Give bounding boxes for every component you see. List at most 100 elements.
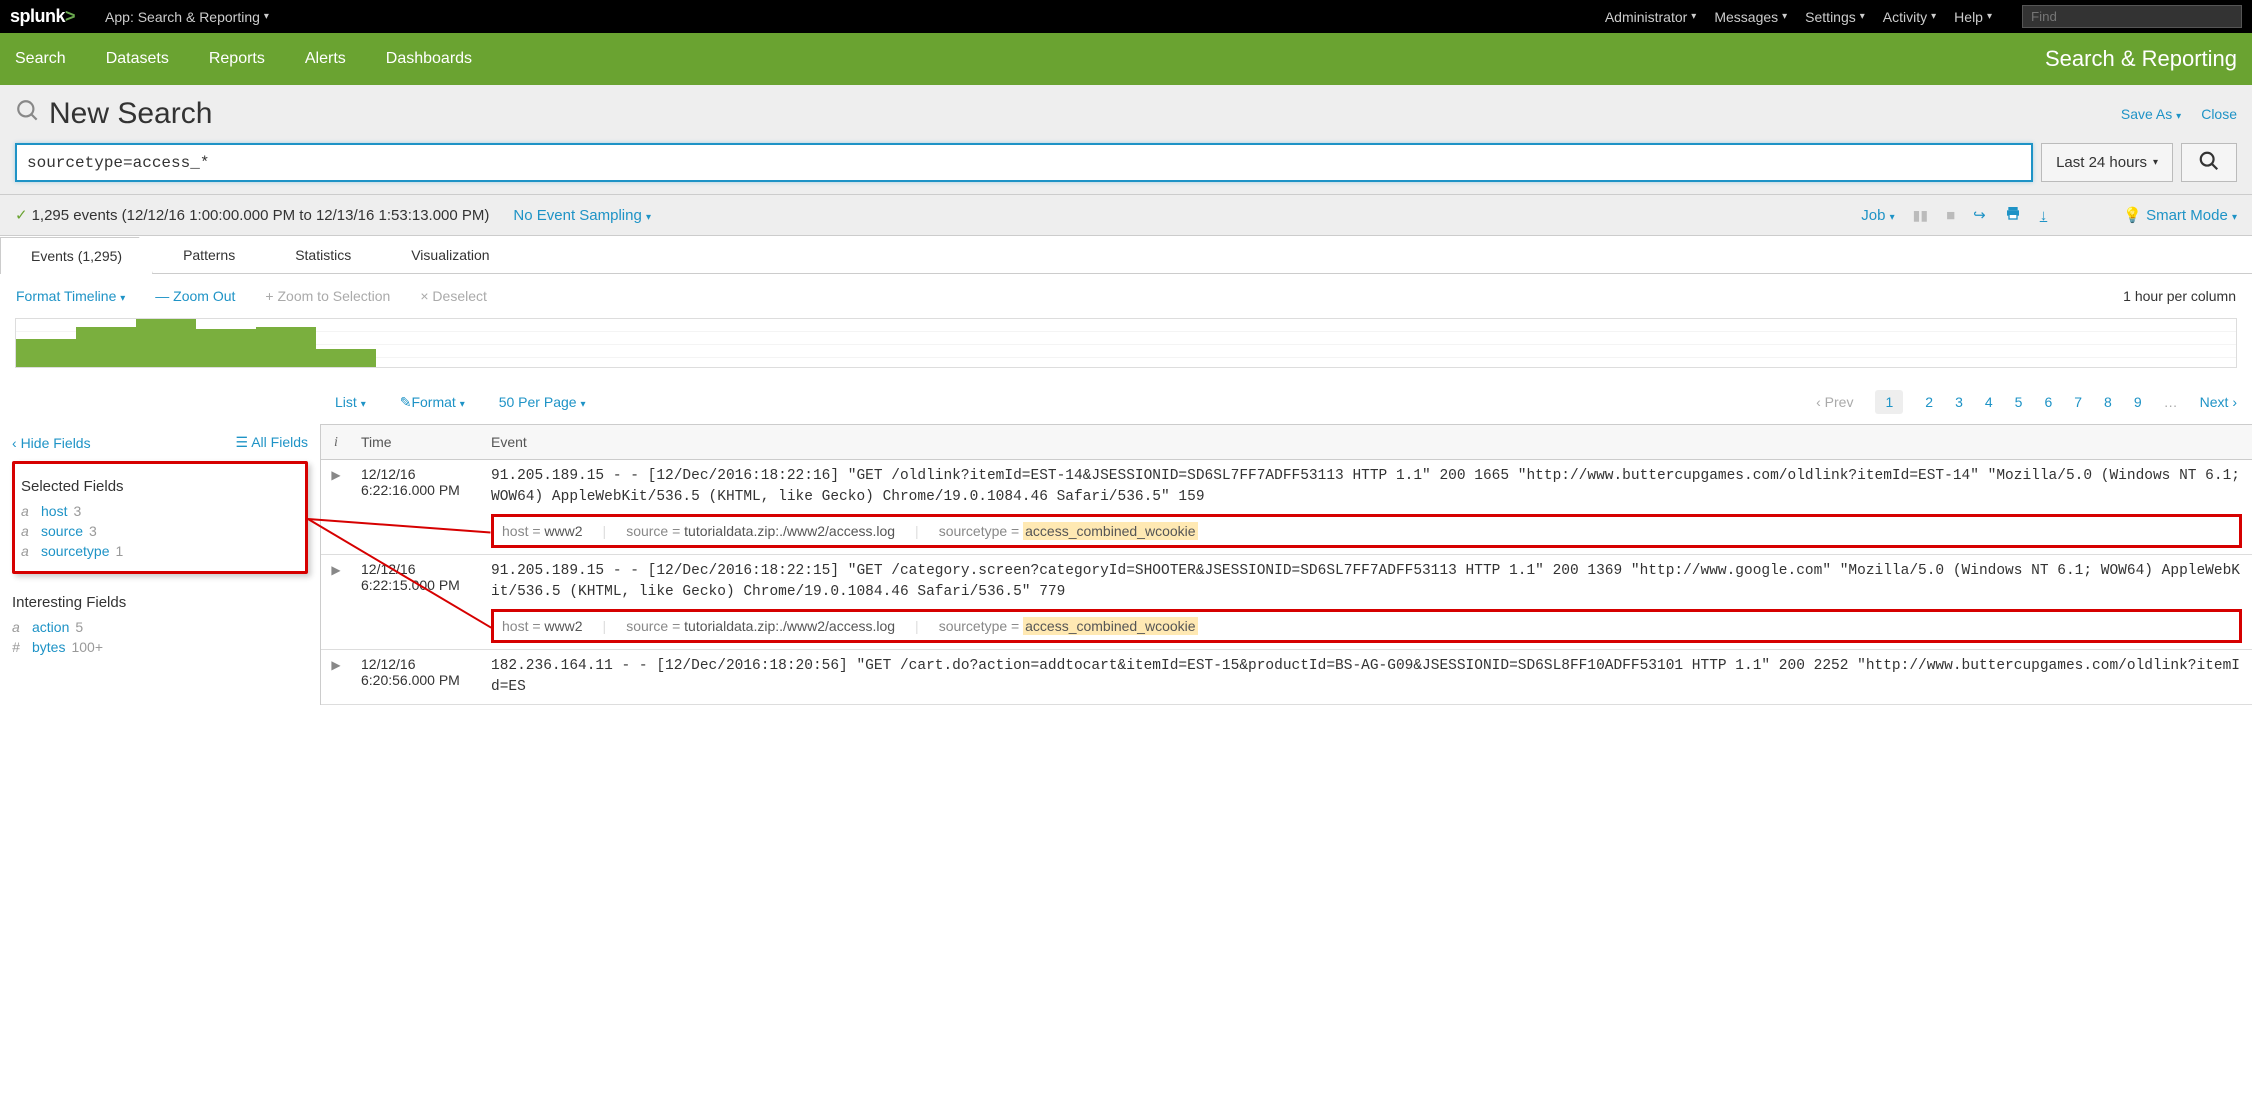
timeline-bar[interactable] (316, 349, 376, 367)
result-summary: 1,295 events (12/12/16 1:00:00.000 PM to… (32, 207, 490, 224)
share-icon[interactable]: ↪ (1973, 206, 1986, 224)
format-timeline[interactable]: Format Timeline ▾ (16, 288, 125, 304)
nav-search[interactable]: Search (15, 50, 66, 68)
field-bytes[interactable]: #bytes100+ (12, 637, 308, 657)
field-action[interactable]: aaction5 (12, 617, 308, 637)
tag-source[interactable]: source = tutorialdata.zip:./www2/access.… (626, 523, 895, 539)
time-range-picker[interactable]: Last 24 hours ▾ (2041, 143, 2173, 182)
job-menu[interactable]: Job ▾ (1861, 207, 1894, 224)
event-time: 12/12/166:20:56.000 PM (351, 650, 481, 705)
timeline-bar[interactable] (196, 329, 256, 367)
event-cell: 91.205.189.15 - - [12/Dec/2016:18:22:15]… (481, 555, 2252, 650)
raw-event[interactable]: 91.205.189.15 - - [12/Dec/2016:18:22:15]… (491, 561, 2242, 603)
app-title: Search & Reporting (2045, 46, 2237, 72)
tag-source[interactable]: source = tutorialdata.zip:./www2/access.… (626, 618, 895, 634)
selected-fields-header: Selected Fields (21, 478, 295, 495)
event-tags-annotation: host = www2|source = tutorialdata.zip:./… (491, 514, 2242, 548)
expand-icon[interactable]: ▶ (331, 563, 340, 577)
page-title: New Search (49, 97, 212, 131)
page-9[interactable]: 9 (2134, 394, 2142, 410)
col-time[interactable]: Time (351, 425, 481, 460)
interesting-fields-header: Interesting Fields (12, 594, 308, 611)
table-row: ▶ 12/12/166:20:56.000 PM182.236.164.11 - … (321, 650, 2252, 705)
check-icon: ✓ (15, 206, 28, 224)
timeline-granularity: 1 hour per column (2123, 288, 2236, 304)
logo[interactable]: splunk> (10, 6, 75, 27)
field-host[interactable]: ahost3 (21, 501, 295, 521)
col-info: i (321, 425, 351, 460)
app-selector[interactable]: App: Search & Reporting ▾ (105, 9, 269, 25)
nav-dashboards[interactable]: Dashboards (386, 50, 472, 68)
tab-visualization[interactable]: Visualization (381, 237, 519, 274)
page-8[interactable]: 8 (2104, 394, 2112, 410)
pager-prev: ‹ Prev (1816, 394, 1853, 410)
download-icon[interactable]: ↓ (2040, 207, 2048, 224)
search-input[interactable] (27, 154, 2021, 172)
event-sampling[interactable]: No Event Sampling ▾ (513, 207, 651, 224)
expand-icon[interactable]: ▶ (331, 658, 340, 672)
timeline-bar[interactable] (76, 327, 136, 367)
page-6[interactable]: 6 (2044, 394, 2052, 410)
event-cell: 182.236.164.11 - - [12/Dec/2016:18:20:56… (481, 650, 2252, 705)
tab-events[interactable]: Events (1,295) (0, 237, 153, 274)
menu-activity[interactable]: Activity ▾ (1883, 9, 1936, 25)
events-table: i Time Event ▶ 12/12/166:22:16.000 PM91.2… (321, 424, 2252, 705)
raw-event[interactable]: 182.236.164.11 - - [12/Dec/2016:18:20:56… (491, 656, 2242, 698)
event-time: 12/12/166:22:15.000 PM (351, 555, 481, 650)
per-page[interactable]: 50 Per Page ▾ (499, 394, 586, 411)
selected-fields-annotation: Selected Fields ahost3 asource3 asourcet… (12, 461, 308, 574)
menu-messages[interactable]: Messages ▾ (1714, 9, 1787, 25)
page-2[interactable]: 2 (1925, 394, 1933, 410)
zoom-out[interactable]: — Zoom Out (155, 288, 235, 304)
find-input[interactable] (2022, 5, 2242, 28)
format-events[interactable]: ✎Format ▾ (400, 394, 465, 411)
page-1[interactable]: 1 (1875, 390, 1903, 414)
search-title-icon (15, 98, 41, 131)
deselect: × Deselect (420, 288, 487, 304)
menu-help[interactable]: Help ▾ (1954, 9, 1992, 25)
raw-event[interactable]: 91.205.189.15 - - [12/Dec/2016:18:22:16]… (491, 466, 2242, 508)
timeline[interactable] (15, 318, 2237, 368)
timeline-bar[interactable] (136, 319, 196, 367)
table-row: ▶ 12/12/166:22:16.000 PM91.205.189.15 - -… (321, 460, 2252, 555)
tag-host[interactable]: host = www2 (502, 523, 583, 539)
all-fields-button[interactable]: ☰ All Fields (236, 434, 308, 451)
tab-patterns[interactable]: Patterns (153, 237, 265, 274)
page-7[interactable]: 7 (2074, 394, 2082, 410)
nav-reports[interactable]: Reports (209, 50, 265, 68)
field-source[interactable]: asource3 (21, 521, 295, 541)
run-search-button[interactable] (2181, 143, 2237, 182)
pause-icon[interactable]: ▮▮ (1913, 207, 1928, 224)
zoom-to-selection: + Zoom to Selection (265, 288, 390, 304)
menu-settings[interactable]: Settings ▾ (1805, 9, 1865, 25)
print-icon[interactable] (2004, 205, 2022, 225)
tag-sourcetype[interactable]: sourcetype = access_combined_wcookie (939, 523, 1198, 539)
expand-icon[interactable]: ▶ (331, 468, 340, 482)
tag-host[interactable]: host = www2 (502, 618, 583, 634)
field-sourcetype[interactable]: asourcetype1 (21, 541, 295, 561)
page-5[interactable]: 5 (2015, 394, 2023, 410)
event-tags-annotation: host = www2|source = tutorialdata.zip:./… (491, 609, 2242, 643)
close-button[interactable]: Close (2201, 106, 2237, 122)
page-3[interactable]: 3 (1955, 394, 1963, 410)
pager-next[interactable]: Next › (2200, 394, 2237, 410)
timeline-bar[interactable] (256, 327, 316, 367)
page-4[interactable]: 4 (1985, 394, 1993, 410)
table-row: ▶ 12/12/166:22:15.000 PM91.205.189.15 - -… (321, 555, 2252, 650)
timeline-bar[interactable] (16, 339, 76, 367)
hide-fields-button[interactable]: ‹ Hide Fields (12, 435, 91, 451)
nav-datasets[interactable]: Datasets (106, 50, 169, 68)
view-list[interactable]: List ▾ (335, 394, 366, 411)
col-event: Event (481, 425, 2252, 460)
smart-mode[interactable]: 💡 Smart Mode ▾ (2123, 206, 2237, 224)
pager: ‹ Prev 1 2 3 4 5 6 7 8 9 … Next › (1816, 390, 2237, 414)
save-as-button[interactable]: Save As ▾ (2121, 106, 2181, 122)
tab-statistics[interactable]: Statistics (265, 237, 381, 274)
stop-icon[interactable]: ■ (1946, 207, 1955, 224)
nav-alerts[interactable]: Alerts (305, 50, 346, 68)
tag-sourcetype[interactable]: sourcetype = access_combined_wcookie (939, 618, 1198, 634)
menu-administrator[interactable]: Administrator ▾ (1605, 9, 1697, 25)
event-time: 12/12/166:22:16.000 PM (351, 460, 481, 555)
pager-more: … (2164, 394, 2178, 410)
event-cell: 91.205.189.15 - - [12/Dec/2016:18:22:16]… (481, 460, 2252, 555)
